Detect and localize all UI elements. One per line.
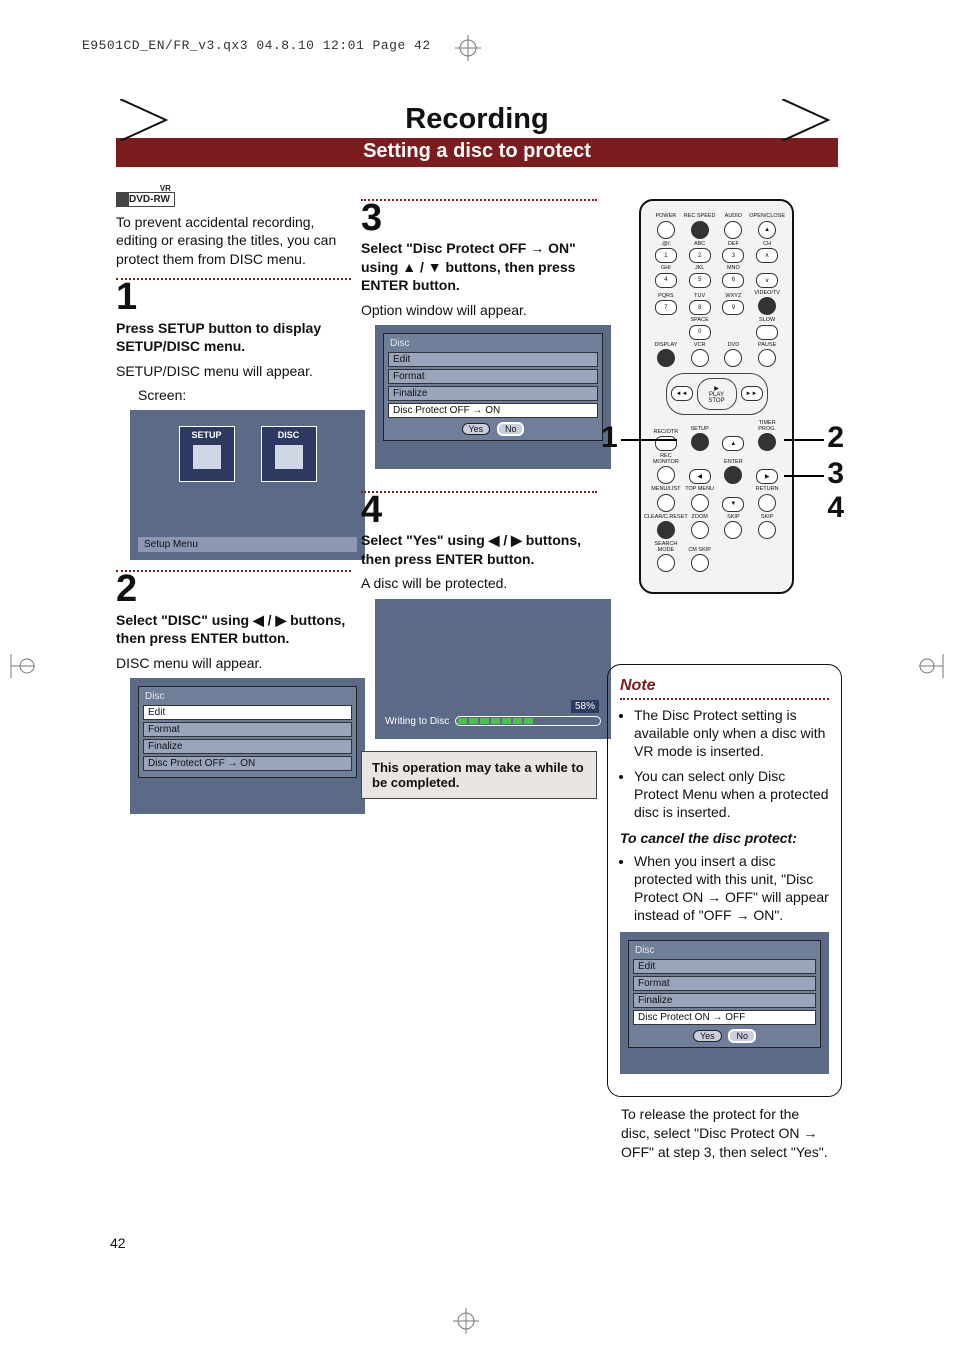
progress-bar — [455, 716, 601, 726]
recspeed-button-icon — [691, 221, 709, 239]
osd-protect-prompt: Disc Edit Format Finalize Disc Protect O… — [375, 325, 611, 469]
step-3-head: Select "Disc Protect OFF → ON" using ▲ /… — [361, 239, 597, 294]
edge-mark-right — [919, 654, 949, 678]
callout-line-icon — [784, 475, 824, 477]
note-bullet: You can select only Disc Protect Menu wh… — [634, 767, 829, 822]
osd-item: Finalize — [143, 739, 352, 754]
remote-callout-2: 2 — [827, 421, 844, 455]
osd-item: Edit — [633, 959, 816, 974]
nav-up-icon: ▲ — [722, 436, 744, 451]
osd-yes-button: Yes — [462, 423, 491, 435]
osd-disc-menu: Disc Edit Format Finalize Disc Protect O… — [130, 678, 365, 814]
screen-label: Screen: — [138, 386, 351, 404]
callout-line-icon — [784, 439, 824, 441]
edge-mark-left — [5, 654, 35, 678]
slider-icon — [193, 445, 221, 469]
osd-writing-progress: 58% Writing to Disc — [375, 599, 611, 739]
osd-item: Format — [143, 722, 352, 737]
step-3-number: 3 — [361, 201, 597, 235]
audio-button-icon — [724, 221, 742, 239]
remote-callout-3: 3 — [827, 457, 844, 491]
register-mark-bottom — [453, 1308, 479, 1334]
remote-callout-4: 4 — [827, 491, 844, 525]
rewind-button-icon: ◄◄ — [671, 386, 693, 401]
step-3-body: Option window will appear. — [361, 301, 597, 319]
page-header: Recording — [28, 103, 926, 136]
step-4-body: A disc will be protected. — [361, 574, 597, 592]
step-4-number: 4 — [361, 493, 597, 527]
divider-icon — [620, 698, 829, 700]
cancel-bullet: When you insert a disc protected with th… — [634, 852, 829, 925]
file-meta: E9501CD_EN/FR_v3.qx3 04.8.10 12:01 Page … — [82, 38, 926, 53]
step-2-body: DISC menu will appear. — [116, 654, 351, 672]
osd-no-button: No — [497, 422, 525, 436]
bracket-right-icon — [782, 99, 834, 141]
step-1-head: Press SETUP button to display SETUP/DISC… — [116, 319, 351, 356]
osd-item: Edit — [388, 352, 598, 367]
osd-tab-disc: DISC — [261, 426, 317, 482]
osd-item: Disc Protect ON → OFF — [633, 1010, 816, 1025]
remote-callout-1: 1 — [601, 421, 618, 455]
disc-icon — [275, 445, 303, 469]
power-button-icon — [657, 221, 675, 239]
progress-percent: 58% — [571, 700, 599, 713]
step-4-head: Select "Yes" using ◀ / ▶ buttons, then p… — [361, 531, 597, 568]
osd-no-button: No — [728, 1029, 756, 1043]
osd-title: Disc — [145, 691, 352, 702]
callout-line-icon — [621, 439, 677, 441]
note-box: Note The Disc Protect setting is availab… — [607, 664, 842, 1097]
page-title: Recording — [405, 103, 548, 135]
progress-label: Writing to Disc — [385, 716, 449, 727]
column-left: VR DVD-RW To prevent accidental recordin… — [116, 189, 351, 1168]
osd-cancel-prompt: Disc Edit Format Finalize Disc Protect O… — [620, 932, 829, 1074]
osd-item: Finalize — [388, 386, 598, 401]
intro-text: To prevent accidental recording, editing… — [116, 213, 351, 268]
nav-left-icon: ◀ — [689, 469, 711, 484]
column-right: POWER REC SPEED AUDIO OPEN/CLOSE▲ .@/:1A… — [607, 189, 842, 1168]
nav-right-icon: ▶ — [756, 469, 778, 484]
release-text: To release the protect for the disc, sel… — [607, 1105, 842, 1162]
osd-title: Disc — [635, 945, 816, 956]
duration-callout: This operation may take a while to be co… — [361, 751, 597, 799]
osd-footer: Setup Menu — [138, 537, 357, 552]
osd-tab-setup: SETUP — [179, 426, 235, 482]
step-1-number: 1 — [116, 280, 351, 314]
nav-down-icon: ▼ — [722, 497, 744, 512]
setup-button-icon — [691, 433, 709, 451]
manual-page: E9501CD_EN/FR_v3.qx3 04.8.10 12:01 Page … — [0, 0, 954, 1351]
step-1-body: SETUP/DISC menu will appear. — [116, 362, 351, 380]
step-2-number: 2 — [116, 572, 351, 606]
note-title: Note — [620, 675, 829, 696]
fastforward-button-icon: ►► — [741, 386, 763, 401]
bracket-left-icon — [120, 99, 172, 141]
step-2-head: Select "DISC" using ◀ / ▶ buttons, then … — [116, 611, 351, 648]
note-bullet: The Disc Protect setting is available on… — [634, 706, 829, 761]
osd-yes-button: Yes — [693, 1030, 722, 1042]
osd-setup-menu: SETUP DISC Setup Menu — [130, 410, 365, 560]
play-pad: ◄◄ ►► ▶PLAYSTOP — [666, 373, 768, 415]
page-number: 42 — [110, 1235, 126, 1251]
cancel-title: To cancel the disc protect: — [620, 829, 829, 847]
eject-button-icon: ▲ — [758, 221, 776, 239]
osd-item: Edit — [143, 705, 352, 720]
dvd-rw-badge: VR DVD-RW — [116, 192, 175, 207]
osd-item: Format — [633, 976, 816, 991]
osd-item: Finalize — [633, 993, 816, 1008]
osd-item: Disc Protect OFF → ON — [388, 403, 598, 418]
osd-title: Disc — [390, 338, 598, 349]
enter-button-icon — [724, 466, 742, 484]
section-title-bar: Setting a disc to protect — [116, 138, 838, 167]
column-middle: 3 Select "Disc Protect OFF → ON" using ▲… — [361, 189, 597, 1168]
remote-control-diagram: POWER REC SPEED AUDIO OPEN/CLOSE▲ .@/:1A… — [639, 199, 794, 594]
osd-item: Format — [388, 369, 598, 384]
osd-item: Disc Protect OFF → ON — [143, 756, 352, 771]
